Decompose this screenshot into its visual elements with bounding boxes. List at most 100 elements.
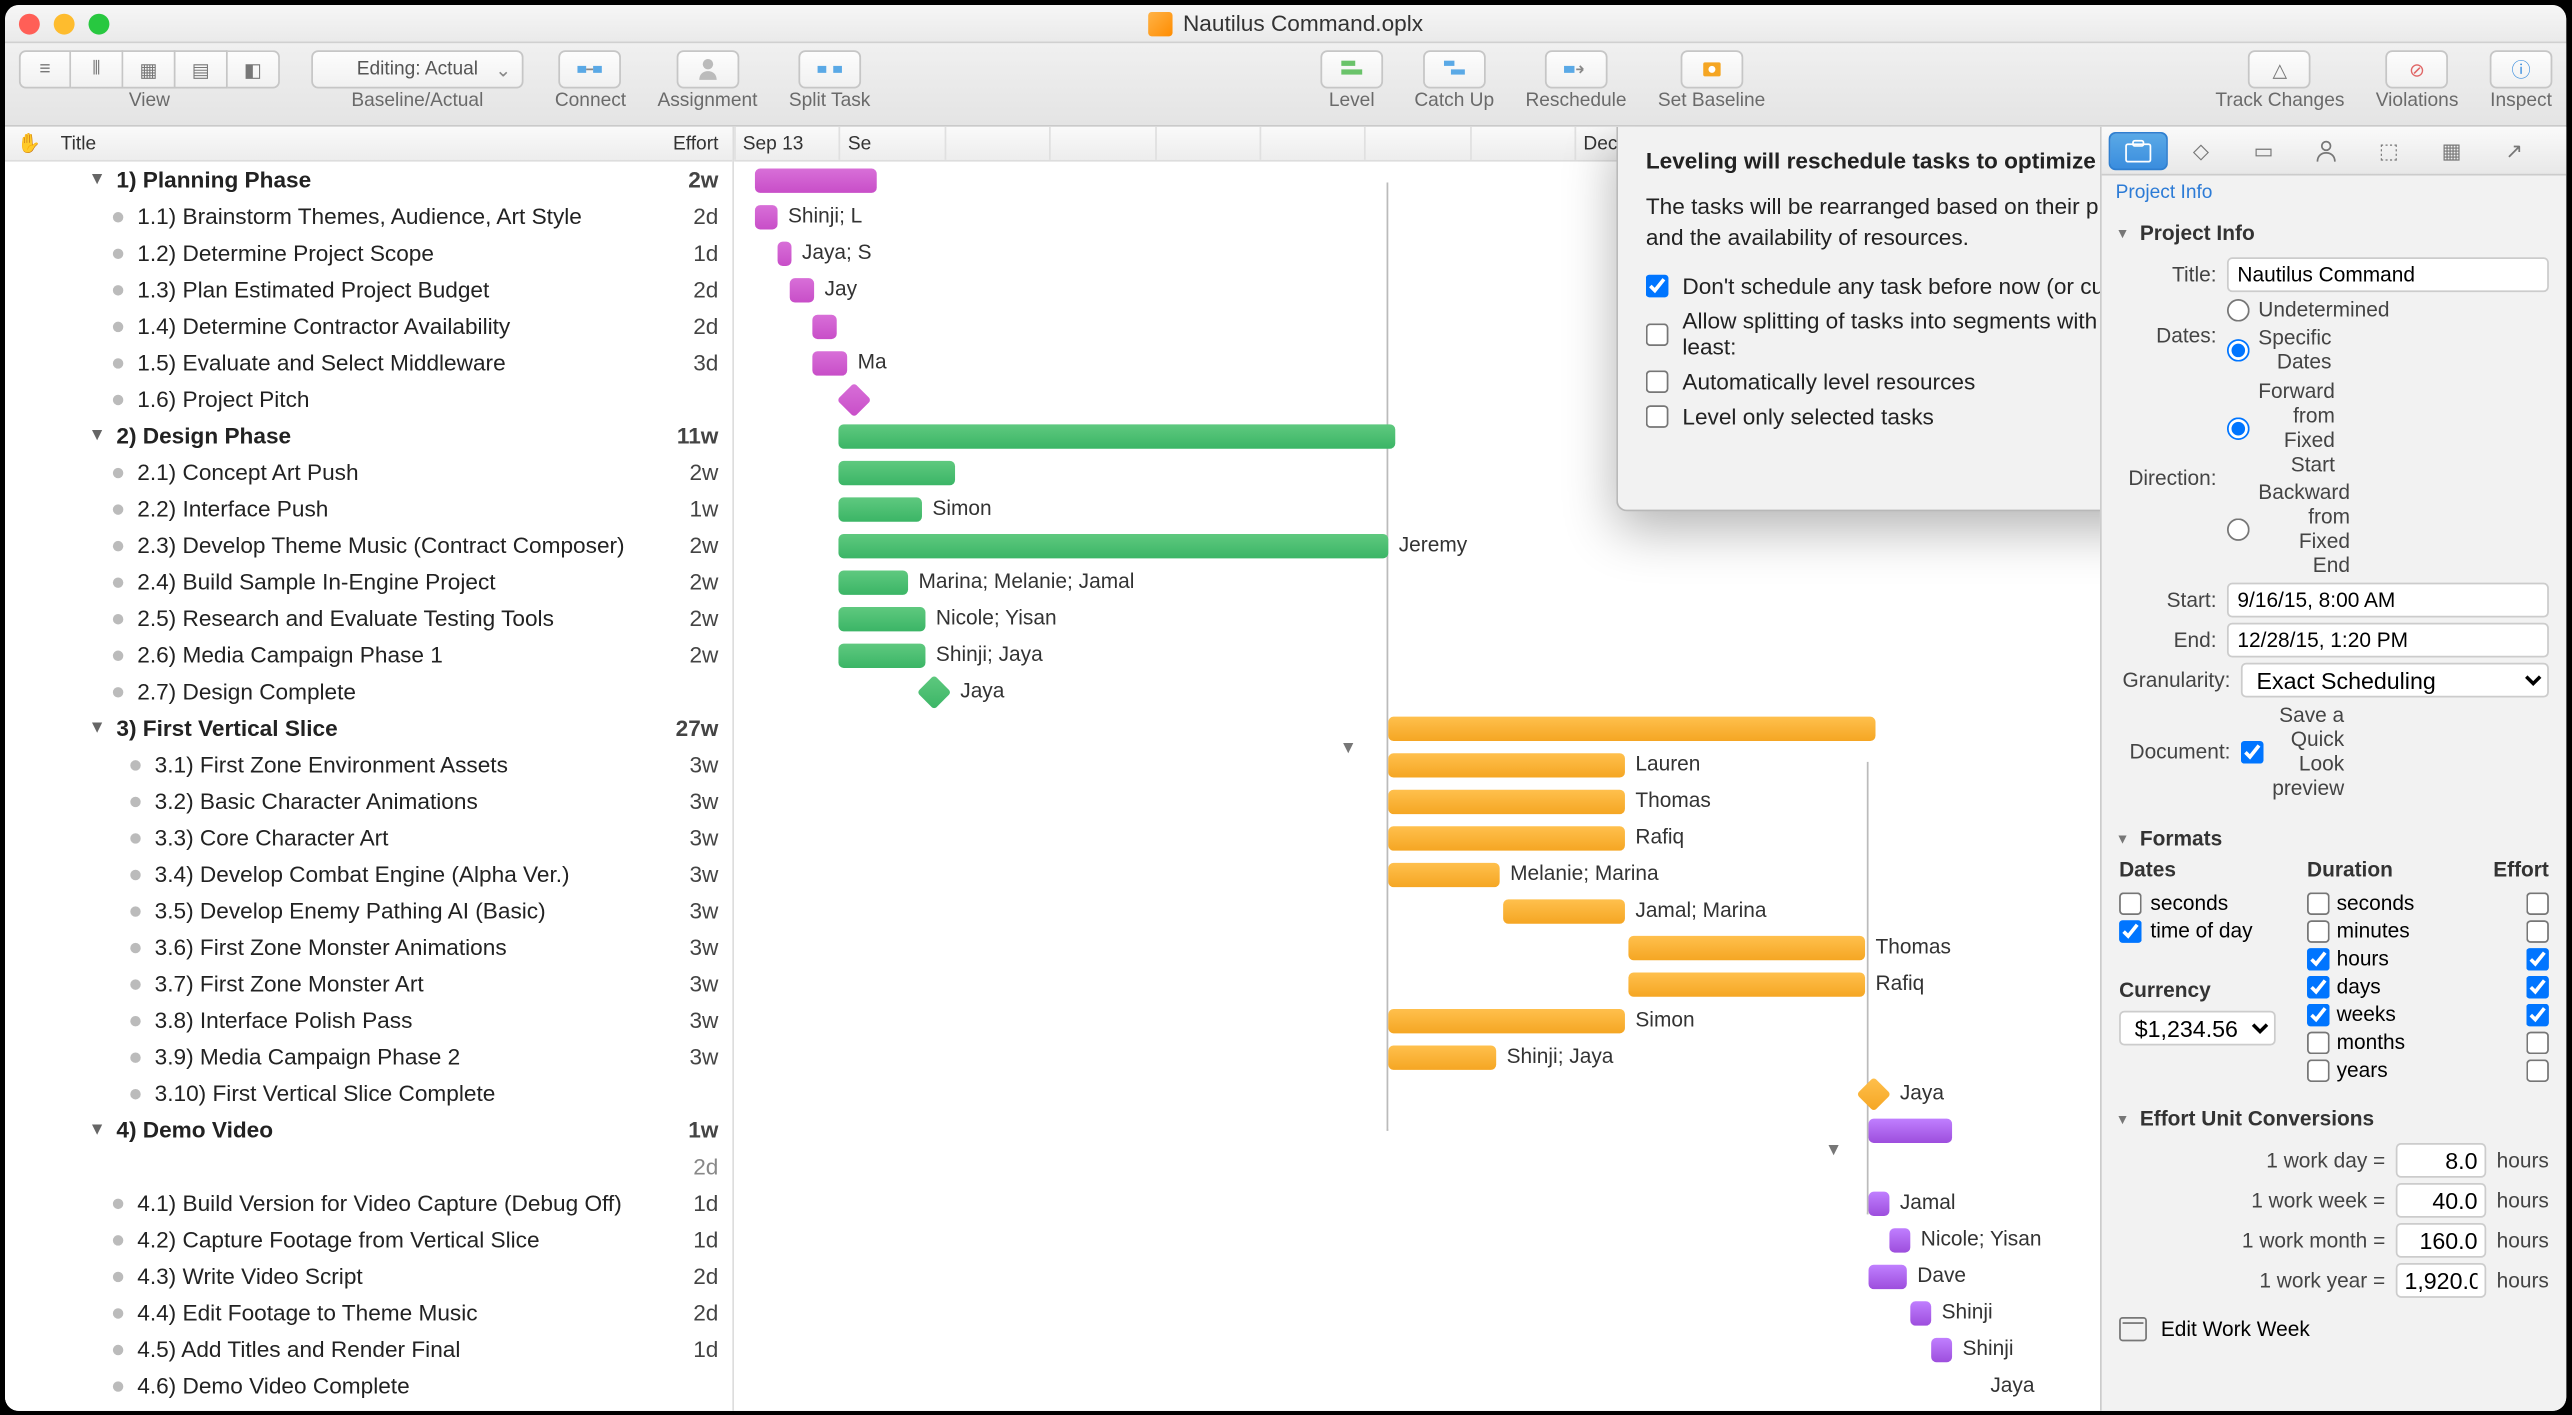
outline-row[interactable]: 3.8) Interface Polish Pass3w bbox=[5, 1002, 732, 1039]
gantt-bar[interactable] bbox=[755, 205, 778, 229]
view-mode-1-button[interactable]: ≡ bbox=[19, 50, 71, 88]
gantt-bar[interactable] bbox=[1931, 1338, 1952, 1362]
eff-years-checkbox[interactable] bbox=[2526, 1059, 2549, 1082]
gantt-bar[interactable] bbox=[838, 461, 955, 485]
gantt-bar[interactable] bbox=[1388, 826, 1625, 850]
milestone-marker[interactable] bbox=[837, 383, 871, 417]
outline-row[interactable]: 1.3) Plan Estimated Project Budget2d bbox=[5, 271, 732, 308]
dur-days-checkbox[interactable] bbox=[2307, 975, 2330, 998]
level-selected-only-checkbox[interactable] bbox=[1646, 405, 1669, 428]
eff-weeks-checkbox[interactable] bbox=[2526, 1003, 2549, 1026]
outline-row[interactable]: 3.10) First Vertical Slice Complete bbox=[5, 1075, 732, 1112]
effort-conversions-section-header[interactable]: Effort Unit Conversions bbox=[2102, 1096, 2567, 1138]
eff-hours-checkbox[interactable] bbox=[2526, 947, 2549, 970]
split-task-button[interactable] bbox=[798, 50, 861, 88]
view-mode-4-button[interactable]: ▤ bbox=[176, 50, 228, 88]
dur-minutes-checkbox[interactable] bbox=[2307, 919, 2330, 942]
dates-specific-radio[interactable] bbox=[2227, 338, 2250, 361]
granularity-select[interactable]: Exact Scheduling bbox=[2241, 663, 2549, 698]
view-mode-2-button[interactable]: ⫴ bbox=[71, 50, 123, 88]
outline-row[interactable]: 4.5) Add Titles and Render Final1d bbox=[5, 1331, 732, 1368]
outline-row[interactable]: 4.1) Build Version for Video Capture (De… bbox=[5, 1185, 732, 1222]
track-changes-button[interactable]: △ bbox=[2249, 50, 2312, 88]
outline-row[interactable]: 2.6) Media Campaign Phase 12w bbox=[5, 637, 732, 674]
outline-row[interactable]: 2.5) Research and Evaluate Testing Tools… bbox=[5, 600, 732, 637]
milestones-tab[interactable]: ◇ bbox=[2171, 131, 2230, 169]
edit-work-week-button[interactable]: Edit Work Week bbox=[2161, 1317, 2310, 1341]
gantt-bar[interactable] bbox=[1869, 1119, 1953, 1143]
schedule-tab[interactable]: ▭ bbox=[2234, 131, 2293, 169]
attachments-tab[interactable]: ↗ bbox=[2485, 131, 2544, 169]
gantt-bar[interactable] bbox=[1388, 753, 1625, 777]
eff-days-checkbox[interactable] bbox=[2526, 975, 2549, 998]
gantt-bar[interactable] bbox=[838, 497, 922, 521]
baseline-actual-popup[interactable]: Editing: Actual bbox=[311, 50, 523, 88]
auto-level-checkbox[interactable] bbox=[1646, 371, 1669, 394]
gantt-bar[interactable] bbox=[812, 315, 836, 339]
dur-months-checkbox[interactable] bbox=[2307, 1031, 2330, 1054]
work-year-input[interactable] bbox=[2396, 1263, 2486, 1298]
outline-row[interactable]: 2.4) Build Sample In-Engine Project2w bbox=[5, 564, 732, 601]
dur-hours-checkbox[interactable] bbox=[2307, 947, 2330, 970]
title-input[interactable] bbox=[2227, 257, 2549, 292]
currency-select[interactable]: $1,234.56 bbox=[2119, 1011, 2276, 1046]
dates-seconds-checkbox[interactable] bbox=[2119, 892, 2142, 915]
project-info-tab[interactable] bbox=[2109, 131, 2168, 169]
gantt-bar[interactable] bbox=[1503, 899, 1625, 923]
milestone-marker[interactable] bbox=[917, 675, 951, 709]
milestone-marker[interactable] bbox=[1947, 1369, 1981, 1403]
gantt-bar[interactable] bbox=[1628, 972, 1865, 996]
dur-seconds-checkbox[interactable] bbox=[2307, 892, 2330, 915]
milestone-marker[interactable] bbox=[1857, 1077, 1891, 1111]
gantt-bar[interactable] bbox=[1910, 1301, 1931, 1325]
end-input[interactable] bbox=[2227, 623, 2549, 658]
eff-months-checkbox[interactable] bbox=[2526, 1031, 2549, 1054]
gantt-bar[interactable] bbox=[1388, 790, 1625, 814]
connect-button[interactable] bbox=[559, 50, 622, 88]
formats-section-header[interactable]: Formats bbox=[2102, 816, 2567, 858]
gantt-bar[interactable] bbox=[1628, 936, 1865, 960]
outline-row[interactable]: 2.1) Concept Art Push2w bbox=[5, 454, 732, 491]
assignment-button[interactable] bbox=[676, 50, 739, 88]
outline-row[interactable]: 4.4) Edit Footage to Theme Music2d bbox=[5, 1294, 732, 1331]
styles-tab[interactable]: ⬚ bbox=[2359, 131, 2418, 169]
gantt-bar[interactable] bbox=[838, 534, 1388, 558]
gantt-bar[interactable] bbox=[1388, 1046, 1496, 1070]
project-info-section-header[interactable]: Project Info bbox=[2102, 210, 2567, 252]
outline-row[interactable]: 3.1) First Zone Environment Assets3w bbox=[5, 746, 732, 783]
work-week-input[interactable] bbox=[2396, 1183, 2486, 1218]
direction-forward-radio[interactable] bbox=[2227, 417, 2250, 440]
effort-column-header[interactable]: Effort bbox=[645, 133, 732, 154]
gantt-bar[interactable] bbox=[838, 644, 925, 668]
gantt-bar[interactable] bbox=[838, 607, 925, 631]
outline-row[interactable]: 2d bbox=[5, 1148, 732, 1185]
outline-row[interactable]: 4.3) Write Video Script2d bbox=[5, 1258, 732, 1295]
gantt-bar[interactable] bbox=[838, 571, 908, 595]
dur-years-checkbox[interactable] bbox=[2307, 1059, 2330, 1082]
outline-row[interactable]: 3.4) Develop Combat Engine (Alpha Ver.)3… bbox=[5, 856, 732, 893]
outline-row[interactable]: 3.9) Media Campaign Phase 23w bbox=[5, 1039, 732, 1076]
custom-data-tab[interactable]: ▦ bbox=[2422, 131, 2481, 169]
outline-row[interactable]: ▼3) First Vertical Slice27w bbox=[5, 710, 732, 747]
dur-weeks-checkbox[interactable] bbox=[2307, 1003, 2330, 1026]
outline-row[interactable]: 3.5) Develop Enemy Pathing AI (Basic)3w bbox=[5, 892, 732, 929]
inspect-button[interactable]: ⓘ bbox=[2490, 50, 2553, 88]
outline-row[interactable]: 1.2) Determine Project Scope1d bbox=[5, 235, 732, 272]
outline-row[interactable]: ▼1) Planning Phase2w bbox=[5, 162, 732, 199]
outline-row[interactable]: 2.2) Interface Push1w bbox=[5, 490, 732, 527]
gantt-bar[interactable] bbox=[790, 278, 814, 302]
gantt-bar[interactable] bbox=[812, 351, 847, 375]
work-day-input[interactable] bbox=[2396, 1143, 2486, 1178]
outline-row[interactable]: 1.4) Determine Contractor Availability2d bbox=[5, 308, 732, 345]
eff-seconds-checkbox[interactable] bbox=[2526, 892, 2549, 915]
disclosure-icon[interactable]: ▼ bbox=[1825, 1141, 1842, 1160]
view-mode-3-button[interactable]: ▦ bbox=[123, 50, 175, 88]
outline-row[interactable]: 3.6) First Zone Monster Animations3w bbox=[5, 929, 732, 966]
gantt-bar[interactable] bbox=[755, 169, 877, 193]
level-button[interactable] bbox=[1320, 50, 1383, 88]
view-mode-5-button[interactable]: ◧ bbox=[228, 50, 280, 88]
gantt-bar[interactable] bbox=[1869, 1192, 1890, 1216]
outline-row[interactable]: 1.5) Evaluate and Select Middleware3d bbox=[5, 344, 732, 381]
gantt-bar[interactable] bbox=[1388, 717, 1875, 741]
outline-row[interactable]: 2.7) Design Complete bbox=[5, 673, 732, 710]
